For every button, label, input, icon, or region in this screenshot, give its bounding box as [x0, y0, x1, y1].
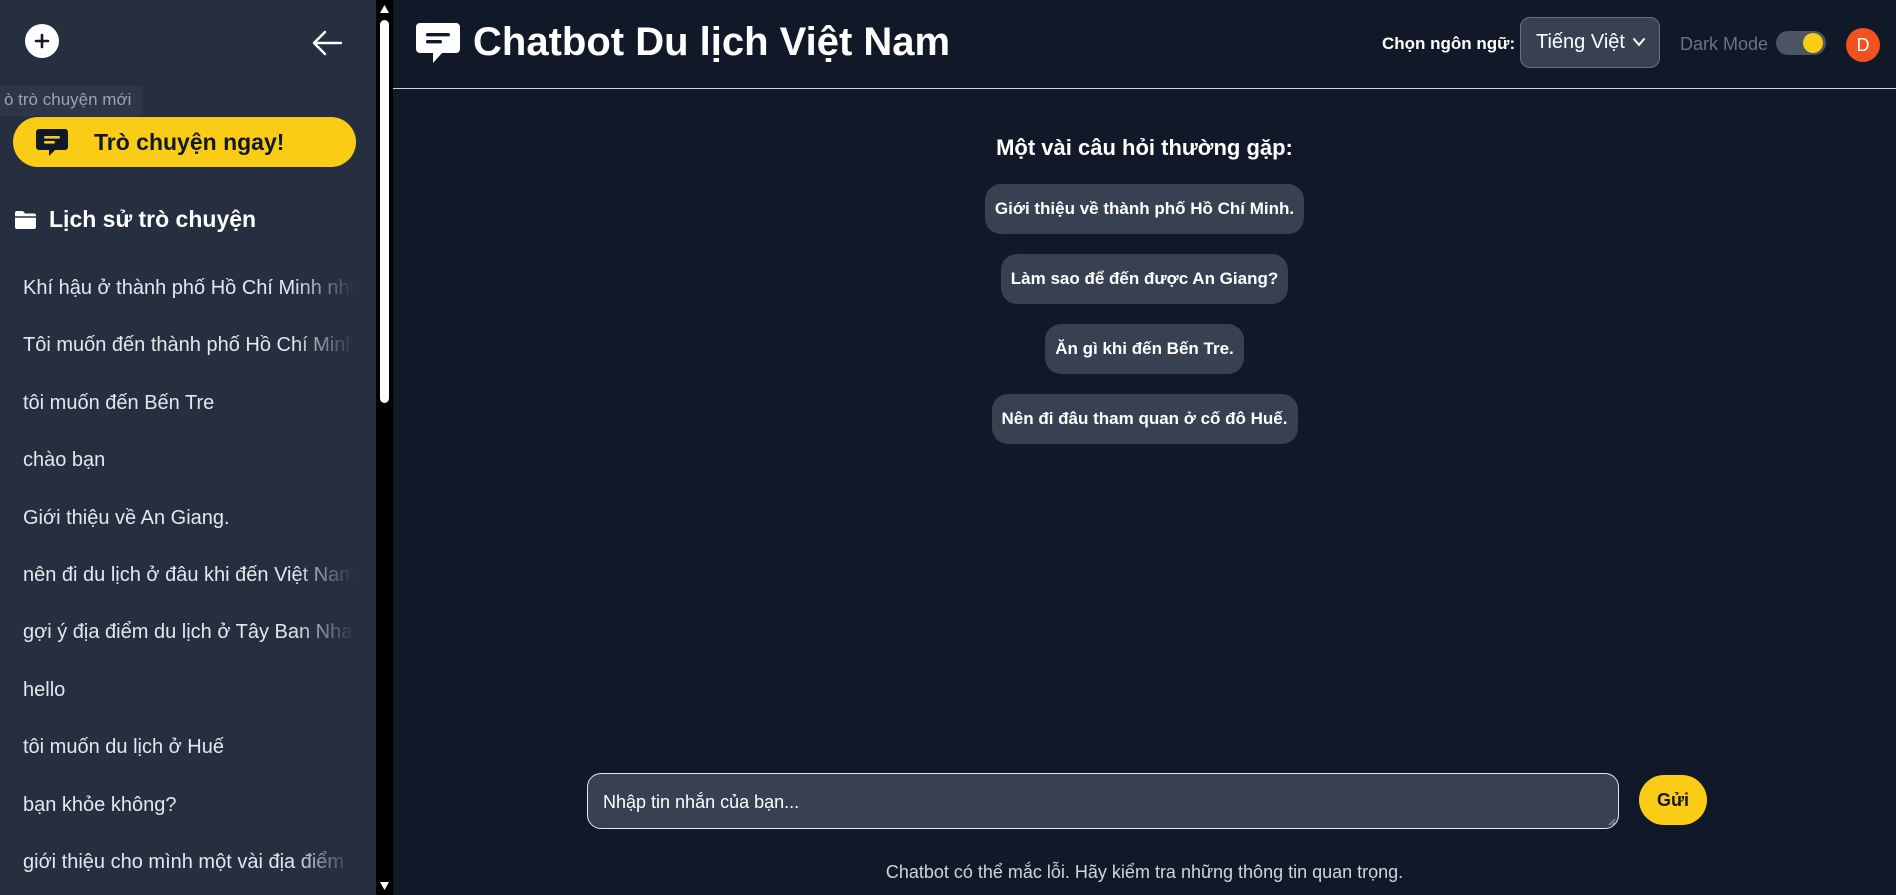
page-title: Chatbot Du lịch Việt Nam	[473, 20, 951, 64]
header: Chatbot Du lịch Việt Nam Chọn ngôn ngữ: …	[393, 0, 1896, 89]
chat-bubble-icon	[416, 23, 460, 63]
history-item[interactable]: bạn khỏe không?	[0, 781, 354, 838]
resize-grip-icon[interactable]	[1606, 816, 1616, 826]
new-chat-button[interactable]	[25, 24, 59, 58]
dark-mode-label: Dark Mode	[1680, 34, 1769, 54]
plus-icon	[34, 33, 50, 49]
arrow-left-icon	[312, 30, 343, 56]
collapse-sidebar-button[interactable]	[310, 26, 344, 60]
history-title: Lịch sử trò chuyện	[49, 206, 257, 232]
start-chat-label: Trò chuyện ngay!	[94, 128, 285, 155]
scroll-up-arrow-icon[interactable]	[379, 4, 390, 14]
avatar[interactable]: D	[1846, 28, 1880, 62]
chevron-down-icon	[1633, 38, 1645, 47]
send-button[interactable]: Gửi	[1639, 775, 1707, 825]
faq-question-chip[interactable]: Làm sao để đến được An Giang?	[1000, 254, 1289, 304]
dark-mode-toggle[interactable]	[1776, 31, 1826, 55]
toggle-knob	[1803, 33, 1823, 53]
disclaimer-text: Chatbot có thể mắc lỗi. Hãy kiểm tra nhữ…	[885, 862, 1404, 882]
message-input[interactable]	[603, 792, 1603, 813]
history-item[interactable]: tôi muốn du lịch ở Huế	[0, 723, 354, 780]
sidebar: ò trò chuyện mới Trò chuyện ngay! Lịch s…	[0, 0, 376, 895]
new-chat-tooltip: ò trò chuyện mới	[0, 86, 144, 116]
app: ò trò chuyện mới Trò chuyện ngay! Lịch s…	[0, 0, 1896, 895]
history-item[interactable]: hello	[0, 666, 354, 723]
history-item[interactable]: giới thiệu cho mình một vài địa điểm	[0, 837, 354, 895]
scroll-down-arrow-icon[interactable]	[379, 881, 390, 891]
history-list: Khí hậu ở thành phố Hồ Chí Minh như thế …	[0, 264, 360, 895]
sidebar-scrollbar[interactable]	[376, 0, 393, 895]
faq-question-chip[interactable]: Nên đi đâu tham quan ở cố đô Huế.	[991, 394, 1298, 444]
start-chat-button[interactable]: Trò chuyện ngay!	[13, 117, 356, 167]
history-item[interactable]: Tôi muốn đến thành phố Hồ Chí Minh	[0, 321, 354, 379]
chat-bubble-icon	[36, 129, 68, 156]
faq-question-chip[interactable]: Giới thiệu về thành phố Hồ Chí Minh.	[984, 184, 1305, 234]
language-select[interactable]: Tiếng Việt	[1520, 17, 1660, 68]
message-composer	[587, 773, 1619, 829]
history-header: Lịch sử trò chuyện	[14, 206, 256, 233]
history-item[interactable]: nên đi du lịch ở đâu khi đến Việt Nam	[0, 550, 354, 609]
history-item[interactable]: chào bạn	[0, 436, 354, 493]
main-panel: Chatbot Du lịch Việt Nam Chọn ngôn ngữ: …	[393, 0, 1896, 895]
history-item[interactable]: Khí hậu ở thành phố Hồ Chí Minh như thế …	[0, 264, 354, 322]
folder-icon	[15, 210, 36, 229]
faq-title: Một vài câu hỏi thường gặp:	[996, 135, 1293, 160]
faq-question-chip[interactable]: Ăn gì khi đến Bến Tre.	[1045, 324, 1244, 374]
history-item[interactable]: tôi muốn đến Bến Tre	[0, 379, 354, 436]
history-item[interactable]: gợi ý địa điểm du lịch ở Tây Ban Nha.	[0, 608, 354, 666]
scrollbar-thumb[interactable]	[380, 20, 389, 403]
faq-list: Giới thiệu về thành phố Hồ Chí Minh. Làm…	[393, 184, 1896, 464]
language-selected-value: Tiếng Việt	[1536, 31, 1625, 53]
history-item[interactable]: Giới thiệu về An Giang.	[0, 494, 354, 551]
language-label: Chọn ngôn ngữ:	[1382, 34, 1516, 53]
